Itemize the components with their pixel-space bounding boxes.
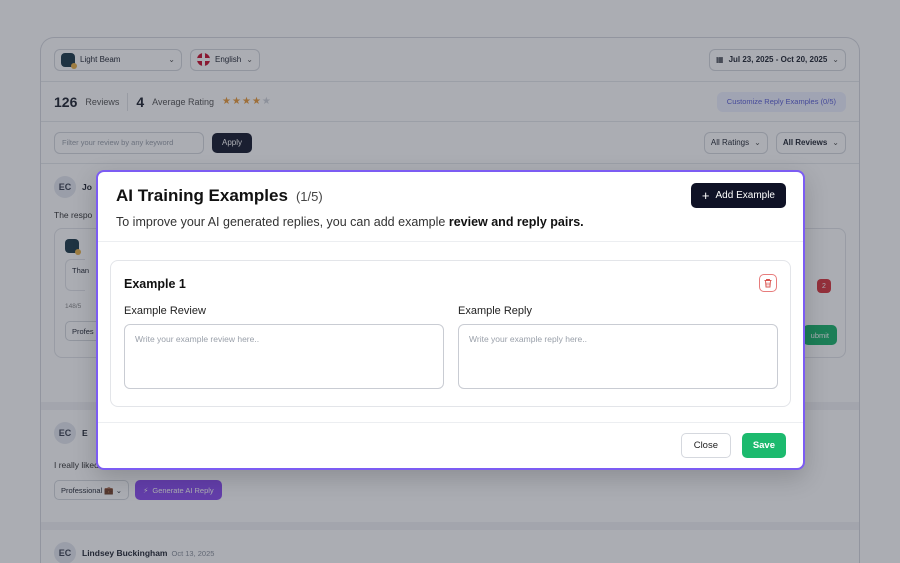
- example-reply-label: Example Reply: [458, 305, 532, 317]
- char-count: 148/5: [65, 303, 82, 310]
- chevron-down-icon: ⌄: [832, 138, 839, 147]
- uk-flag-icon: [197, 53, 210, 66]
- business-logo-icon: [65, 239, 81, 255]
- submit-reply-button[interactable]: ubmit: [802, 325, 837, 345]
- average-label: Average Rating: [152, 96, 215, 107]
- tone-select[interactable]: Professional 💼 ⌄: [54, 480, 130, 500]
- keyword-filter-input[interactable]: Filter your review by any keyword: [54, 131, 204, 154]
- example-count: (1/5): [295, 189, 323, 204]
- example-title: Example 1: [124, 277, 186, 291]
- date-range-label: Jul 23, 2025 - Oct 20, 2025: [728, 55, 828, 64]
- chevron-down-icon: ⌄: [246, 55, 253, 64]
- average-rating: 4: [136, 93, 145, 110]
- example-card: Example 1 Example Review Example Reply: [110, 260, 791, 407]
- generate-label: Generate AI Reply: [152, 485, 214, 495]
- modal-title: AI Training Examples (1/5): [116, 186, 785, 206]
- example-review-label: Example Review: [124, 305, 206, 317]
- lightning-icon: ⚡: [143, 485, 149, 495]
- business-name: Light Beam: [80, 55, 121, 64]
- subtitle-bold: review and reply pairs.: [448, 215, 584, 229]
- reviewer-name: Lindsey Buckingham Oct 13, 2025: [82, 548, 214, 558]
- modal-footer: Close Save: [98, 422, 803, 468]
- example-review-textarea[interactable]: [124, 324, 444, 389]
- ratings-select[interactable]: All Ratings ⌄: [703, 131, 768, 154]
- reviews-filter-label: All Reviews: [782, 138, 828, 147]
- plus-icon: +: [701, 188, 710, 203]
- chevron-down-icon: ⌄: [754, 138, 761, 147]
- generate-ai-reply-button[interactable]: ⚡ Generate AI Reply: [135, 480, 222, 500]
- business-logo-icon: [61, 52, 77, 69]
- business-select[interactable]: Light Beam ⌄: [54, 48, 182, 71]
- subtitle-text: To improve your AI generated replies, yo…: [116, 215, 449, 229]
- review-date: Oct 13, 2025: [171, 549, 215, 558]
- avatar: EC: [54, 422, 76, 444]
- delete-example-button[interactable]: [759, 274, 777, 292]
- chevron-down-icon: ⌄: [168, 55, 175, 64]
- language-label: English: [215, 55, 242, 64]
- calendar-icon: ▦: [716, 55, 724, 64]
- reviews-label: Reviews: [85, 96, 120, 107]
- add-example-label: Add Example: [715, 190, 775, 201]
- reviews-select[interactable]: All Reviews ⌄: [775, 131, 846, 154]
- modal-title-text: AI Training Examples: [116, 186, 288, 205]
- reply-textarea[interactable]: Than: [65, 259, 89, 291]
- chevron-down-icon: ⌄: [115, 485, 123, 495]
- divider: [127, 92, 129, 111]
- apply-button[interactable]: Apply: [212, 132, 253, 153]
- avatar: EC: [54, 542, 76, 563]
- reviewer-name-text: Lindsey Buckingham: [82, 548, 168, 558]
- modal-subtitle: To improve your AI generated replies, yo…: [116, 215, 785, 229]
- date-range-select[interactable]: ▦ Jul 23, 2025 - Oct 20, 2025 ⌄: [709, 48, 846, 71]
- stats-bar: 126 Reviews 4 Average Rating ★★★★★ Custo…: [41, 82, 859, 122]
- reviewer-name: Jo: [82, 182, 92, 192]
- filter-bar: Filter your review by any keyword Apply …: [41, 122, 859, 164]
- top-bar: Light Beam ⌄ English ⌄ ▦ Jul 23, 2025 - …: [41, 38, 859, 82]
- trash-icon: [764, 279, 772, 288]
- modal-header: AI Training Examples (1/5) To improve yo…: [98, 172, 803, 242]
- review-count: 126: [54, 93, 78, 110]
- review-card: EC Lindsey Buckingham Oct 13, 2025: [41, 530, 859, 563]
- example-reply-textarea[interactable]: [458, 324, 778, 389]
- language-select[interactable]: English ⌄: [190, 48, 260, 71]
- reviewer-name: E: [82, 428, 88, 438]
- avatar: EC: [54, 176, 76, 198]
- add-example-button[interactable]: + Add Example: [690, 183, 786, 208]
- close-button[interactable]: Close: [680, 433, 731, 458]
- chevron-down-icon: ⌄: [832, 55, 839, 64]
- rating-stars: ★★★★★: [222, 96, 272, 107]
- save-button[interactable]: Save: [741, 433, 786, 458]
- ratings-label: All Ratings: [710, 138, 750, 147]
- ai-training-modal: AI Training Examples (1/5) To improve yo…: [96, 170, 805, 470]
- notification-badge: 2: [817, 279, 831, 293]
- tone-label: Professional 💼: [61, 485, 114, 495]
- customize-examples-button[interactable]: Customize Reply Examples (0/5): [716, 91, 846, 112]
